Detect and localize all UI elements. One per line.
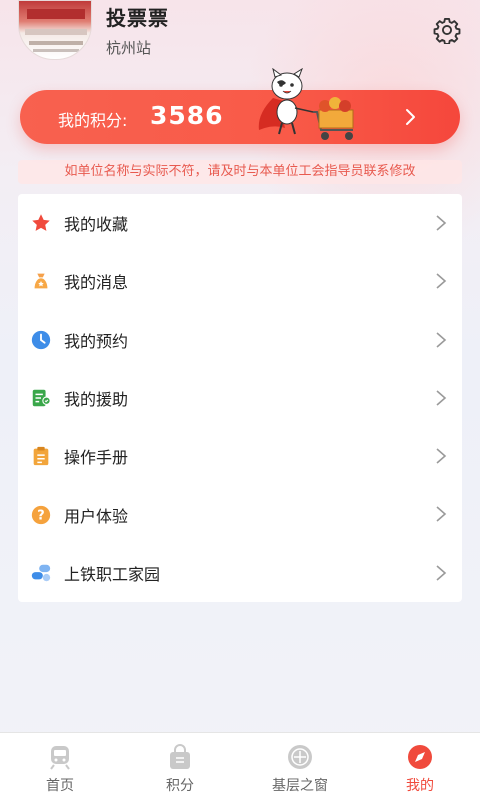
menu-label: 我的预约 <box>64 331 129 351</box>
user-name: 投票票 <box>106 6 169 30</box>
avatar[interactable] <box>18 0 92 60</box>
nav-item-grassroots[interactable]: 基层之窗 <box>240 733 360 800</box>
nav-label: 我的 <box>406 778 434 794</box>
gear-icon[interactable] <box>433 16 461 44</box>
menu-item-favorites[interactable]: 我的收藏 <box>18 194 462 252</box>
chevron-right-icon <box>436 448 447 464</box>
menu-item-manual[interactable]: 操作手册 <box>18 427 462 485</box>
menu-item-user-experience[interactable]: ? 用户体验 <box>18 485 462 543</box>
nav-item-points[interactable]: 积分 <box>120 733 240 800</box>
pills-icon <box>31 564 51 582</box>
points-value: 3586 <box>150 101 224 130</box>
notice-banner: 如单位名称与实际不符，请及时与本单位工会指导员联系修改 <box>18 160 462 184</box>
nav-item-mine[interactable]: 我的 <box>360 733 480 800</box>
bottom-nav: 首页 积分 基层之窗 我的 <box>0 732 480 800</box>
chevron-right-icon <box>436 331 447 348</box>
chevron-right-icon <box>436 273 447 289</box>
menu-label: 我的援助 <box>64 390 129 410</box>
nav-label: 首页 <box>46 778 74 794</box>
train-icon <box>50 746 70 770</box>
nav-label: 积分 <box>166 778 194 794</box>
menu-label: 我的消息 <box>64 273 129 293</box>
bag-icon <box>170 744 190 769</box>
menu-item-messages[interactable]: 我的消息 <box>18 252 462 310</box>
nav-label: 基层之窗 <box>272 778 328 794</box>
chevron-right-icon <box>436 390 447 406</box>
clipboard-icon <box>33 447 49 466</box>
nav-item-home[interactable]: 首页 <box>0 733 120 800</box>
money-bag-icon <box>34 274 48 289</box>
star-icon <box>32 214 50 232</box>
chevron-right-icon <box>436 565 447 581</box>
menu-item-assistance[interactable]: 我的援助 <box>18 369 462 427</box>
menu-item-reservations[interactable]: 我的预约 <box>18 311 462 369</box>
menu-label: 上铁职工家园 <box>64 564 161 584</box>
compass-icon <box>408 745 432 769</box>
menu-label: 操作手册 <box>64 448 129 468</box>
clock-icon <box>31 330 51 349</box>
user-station: 杭州站 <box>106 39 152 57</box>
points-banner[interactable]: 我的积分: 3586 <box>20 90 460 144</box>
menu-label: 用户体验 <box>64 506 129 526</box>
points-label: 我的积分: <box>58 111 128 130</box>
svg-text:?: ? <box>37 508 44 523</box>
chevron-right-icon <box>436 215 447 231</box>
question-icon: ? <box>31 505 51 524</box>
chevron-right-icon <box>406 109 415 125</box>
menu-list: 我的收藏 我的消息 我的预约 我的援助 操作手册 ? 用户体验 上铁职工家园 <box>18 194 462 602</box>
assistance-icon <box>32 389 51 407</box>
menu-item-workers-home[interactable]: 上铁职工家园 <box>18 544 462 602</box>
mascot-illustration <box>258 68 354 140</box>
chevron-right-icon <box>436 506 447 523</box>
emblem-icon <box>288 745 312 769</box>
profile-page: 投票票 杭州站 我的积分: 3586 如单位名称与实际不符，请及时与本单位工会指… <box>0 0 480 800</box>
menu-label: 我的收藏 <box>64 215 129 235</box>
